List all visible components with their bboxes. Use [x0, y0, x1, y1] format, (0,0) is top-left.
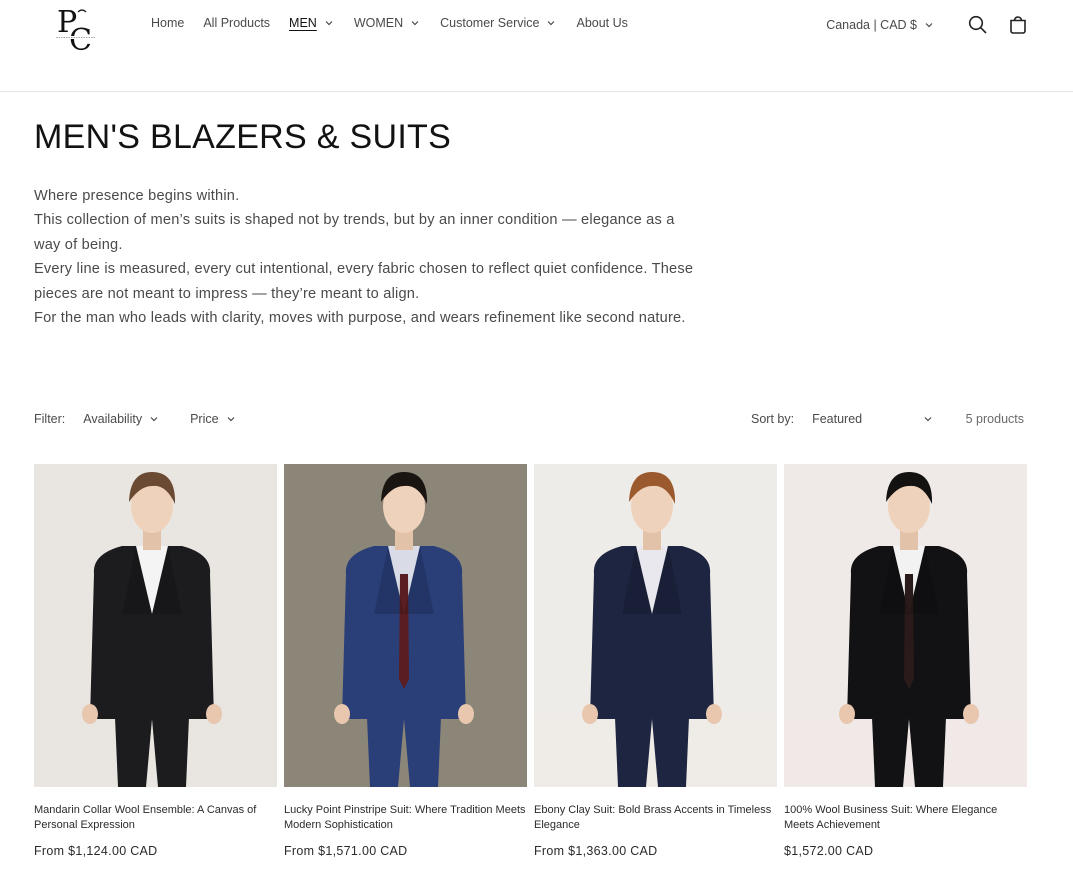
nav-item-label: About Us [576, 16, 628, 30]
product-price: From $1,363.00 CAD [534, 844, 658, 858]
sort-select[interactable]: Featured [812, 412, 934, 426]
header-utilities: Canada | CAD $ [826, 10, 1033, 40]
product-image[interactable] [284, 464, 527, 787]
nav-item-label: Customer Service [440, 16, 540, 30]
product-count: 5 products [965, 412, 1024, 426]
cart-button[interactable] [1003, 10, 1033, 40]
price-filter-label: Price [190, 412, 219, 426]
product-grid: Mandarin Collar Wool Ensemble: A Canvas … [34, 464, 1034, 858]
locale-label: Canada | CAD $ [826, 18, 917, 32]
product-image[interactable] [34, 464, 277, 787]
nav-item-women[interactable]: WOMEN [354, 16, 421, 30]
product-price: From $1,571.00 CAD [284, 844, 408, 858]
brand-logo[interactable]: P C [50, 2, 102, 58]
description-line: Where presence begins within. [34, 188, 240, 204]
chevron-down-icon [411, 21, 419, 26]
chevron-down-icon [924, 417, 932, 422]
product-card[interactable]: Mandarin Collar Wool Ensemble: A Canvas … [34, 464, 277, 858]
sort-label: Sort by: [751, 412, 795, 426]
nav-item-about-us[interactable]: About Us [576, 16, 627, 30]
cart-icon [1010, 16, 1026, 34]
description-line: Every line is measured, every cut intent… [34, 261, 694, 302]
site-header: P C Home All Products MEN WOMEN Customer Ser… [0, 0, 1073, 92]
availability-filter-label: Availability [83, 412, 143, 426]
description-line: This collection of men’s suits is shaped… [34, 212, 675, 253]
nav-item-home[interactable]: Home [151, 16, 184, 30]
nav-item-label: MEN [289, 16, 317, 30]
collection-title: MEN'S BLAZERS & SUITS [34, 118, 452, 156]
product-card[interactable]: 100% Wool Business Suit: Where Elegance … [784, 464, 1027, 858]
product-name[interactable]: Ebony Clay Suit: Bold Brass Accents in T… [534, 803, 777, 834]
sort-value: Featured [812, 412, 863, 426]
collection-description: Where presence begins within. This colle… [34, 184, 704, 330]
product-name[interactable]: 100% Wool Business Suit: Where Elegance … [784, 803, 1027, 834]
product-image[interactable] [534, 464, 777, 787]
filter-bar: Filter: Availability Price [34, 412, 267, 426]
chevron-down-icon [227, 417, 234, 422]
product-photo [534, 464, 777, 787]
product-image[interactable] [784, 464, 1027, 787]
nav-item-all-products[interactable]: All Products [203, 16, 270, 30]
product-photo [34, 464, 277, 787]
chevron-down-icon [548, 21, 555, 26]
chevron-down-icon [325, 21, 333, 26]
filter-label: Filter: [34, 412, 66, 426]
nav-item-men[interactable]: MEN [289, 16, 335, 30]
sort-control: Sort by: Featured [751, 412, 934, 426]
search-button[interactable] [963, 10, 993, 40]
search-icon [968, 15, 987, 34]
product-name[interactable]: Lucky Point Pinstripe Suit: Where Tradit… [284, 803, 527, 834]
nav-item-customer-service[interactable]: Customer Service [440, 16, 557, 30]
description-line: For the man who leads with clarity, move… [34, 310, 686, 327]
nav-item-label: WOMEN [353, 16, 404, 30]
product-photo [784, 464, 1027, 787]
product-photo [284, 464, 527, 787]
main-nav: Home All Products MEN WOMEN Customer Service… [151, 16, 647, 30]
product-name[interactable]: Mandarin Collar Wool Ensemble: A Canvas … [34, 803, 277, 834]
price-filter[interactable]: Price [190, 412, 236, 426]
product-price: From $1,124.00 CAD [34, 844, 158, 858]
availability-filter[interactable]: Availability [83, 412, 160, 426]
nav-item-label: Home [151, 16, 185, 30]
chevron-down-icon [150, 417, 158, 422]
product-card[interactable]: Ebony Clay Suit: Bold Brass Accents in T… [534, 464, 777, 858]
product-card[interactable]: Lucky Point Pinstripe Suit: Where Tradit… [284, 464, 527, 858]
nav-item-label: All Products [203, 16, 271, 30]
product-price: $1,572.00 CAD [784, 844, 874, 858]
locale-selector[interactable]: Canada | CAD $ [826, 18, 935, 32]
chevron-down-icon [925, 23, 933, 28]
